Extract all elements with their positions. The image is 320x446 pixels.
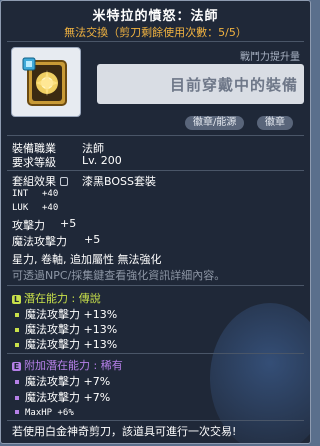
additional-potential-line-text: 魔法攻擊力 +7% <box>25 375 111 388</box>
set-effect-row: 套組效果 漆黑BOSS套裝 <box>12 173 156 189</box>
bullet-icon <box>15 312 19 317</box>
bullet-icon <box>15 379 19 384</box>
additional-potential-line: MaxHP +6% <box>12 405 74 418</box>
divider <box>7 170 304 171</box>
potential-line: 魔法攻擊力 +13% <box>12 336 117 352</box>
potential-line-text: 魔法攻擊力 +13% <box>25 323 118 336</box>
additional-potential-label: 附加潛在能力 : 稀有 <box>24 359 123 372</box>
footer-notice: 若使用白金神奇剪刀，該道具可進行一次交易! <box>12 425 237 438</box>
bullet-icon <box>15 395 19 400</box>
divider <box>7 41 304 42</box>
stat-value: +40 <box>42 189 59 199</box>
stat-value: +5 <box>60 217 77 230</box>
potential-label: 潛在能力 : 傳說 <box>24 292 101 305</box>
enhance-hint: 可透過NPC/採集鍵查看強化資訊詳細內容。 <box>12 269 226 282</box>
bullet-icon <box>15 342 19 347</box>
additional-potential-line-text: 魔法攻擊力 +7% <box>25 391 111 404</box>
epic-grade-icon: E <box>12 361 21 371</box>
bullet-icon <box>15 327 19 332</box>
additional-potential-line: 魔法攻擊力 +7% <box>12 373 110 389</box>
item-title: 米特拉的憤怒：法師 <box>92 9 219 24</box>
potential-line: 魔法攻擊力 +13% <box>12 306 117 322</box>
stat-name: INT <box>12 189 29 199</box>
potential-header: L 潛在能力 : 傳說 <box>12 290 101 306</box>
equipped-compare-box: 目前穿戴中的裝備 <box>97 64 304 104</box>
bullet-icon <box>15 409 19 414</box>
level-value: Lv. 200 <box>82 154 122 167</box>
item-tooltip: 米特拉的憤怒：法師 無法交換（剪刀剩餘使用次數：5/5） 戰鬥力提升量 目前穿戴… <box>0 0 311 444</box>
set-info-icon <box>60 177 68 186</box>
divider <box>7 135 304 136</box>
stat-row-magic-attack: 魔法攻擊力 +5 <box>12 233 100 249</box>
divider <box>7 420 304 421</box>
enhance-flags: 星力, 卷軸, 追加屬性 無法強化 <box>12 253 162 266</box>
additional-potential-line: 魔法攻擊力 +7% <box>12 389 110 405</box>
stat-name: LUK <box>12 203 29 213</box>
tag-badge-emblem: 徽章 <box>257 116 293 130</box>
divider <box>7 285 304 286</box>
stat-row-int: INT +40 <box>12 189 58 199</box>
stat-name: 魔法攻擊力 <box>12 235 67 248</box>
divider <box>7 353 304 354</box>
combat-power-label: 戰鬥力提升量 <box>240 52 300 63</box>
stat-value: +40 <box>42 203 59 213</box>
potential-line: 魔法攻擊力 +13% <box>12 321 117 337</box>
level-label: 要求等級 <box>12 156 56 169</box>
trade-notice: 無法交換（剪刀剩餘使用次數：5/5） <box>64 26 247 39</box>
stat-row-luk: LUK +40 <box>12 203 58 213</box>
tag-badge-emblem-power: 徽章/能源 <box>185 116 245 130</box>
mitra-emblem-icon <box>22 57 67 106</box>
item-icon-frame <box>11 47 81 117</box>
legendary-grade-icon: L <box>12 294 21 304</box>
additional-potential-line-text: MaxHP +6% <box>25 408 74 418</box>
equipped-label: 目前穿戴中的裝備 <box>169 75 298 94</box>
stat-row-attack: 攻擊力 +5 <box>12 217 76 233</box>
stat-value: +5 <box>84 233 101 246</box>
stat-name: 攻擊力 <box>12 219 45 232</box>
set-effect-label: 套組效果 <box>12 175 56 188</box>
level-row: 要求等級 Lv. 200 <box>12 154 122 170</box>
potential-line-text: 魔法攻擊力 +13% <box>25 308 118 321</box>
set-effect-value: 漆黑BOSS套裝 <box>82 175 156 188</box>
potential-line-text: 魔法攻擊力 +13% <box>25 338 118 351</box>
additional-potential-header: E 附加潛在能力 : 稀有 <box>12 357 123 373</box>
